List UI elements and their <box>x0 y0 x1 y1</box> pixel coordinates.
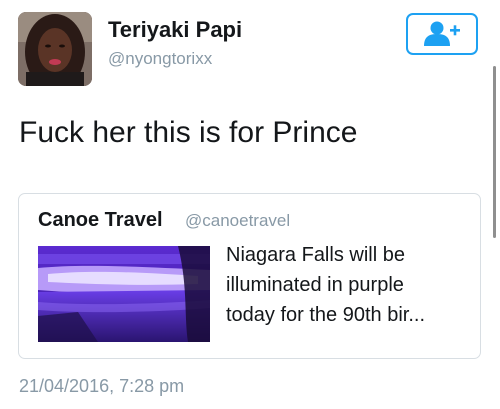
add-user-icon <box>424 21 460 46</box>
quoted-media-image[interactable] <box>38 246 210 342</box>
scrollbar[interactable] <box>493 66 496 238</box>
avatar[interactable] <box>18 12 92 86</box>
avatar-photo <box>18 12 92 86</box>
quoted-tweet-card[interactable]: Canoe Travel @canoetravel Niagara Falls … <box>18 193 481 359</box>
quoted-text-line: illuminated in purple <box>226 274 404 296</box>
tweet-text: Fuck her this is for Prince <box>19 116 358 149</box>
tweet-timestamp[interactable]: 21/04/2016, 7:28 pm <box>19 376 184 397</box>
author-name[interactable]: Teriyaki Papi <box>108 17 242 43</box>
quoted-text-line: today for the 90th bir... <box>226 304 426 326</box>
quoted-author-name: Canoe Travel <box>38 209 163 231</box>
author-handle[interactable]: @nyongtorixx <box>108 49 212 69</box>
niagara-falls-image <box>38 246 210 342</box>
quoted-text-line: Niagara Falls will be <box>226 244 405 266</box>
quoted-author-handle: @canoetravel <box>185 211 291 230</box>
quoted-tweet-text: Niagara Falls will be illuminated in pur… <box>226 240 476 330</box>
follow-button[interactable] <box>406 13 478 55</box>
